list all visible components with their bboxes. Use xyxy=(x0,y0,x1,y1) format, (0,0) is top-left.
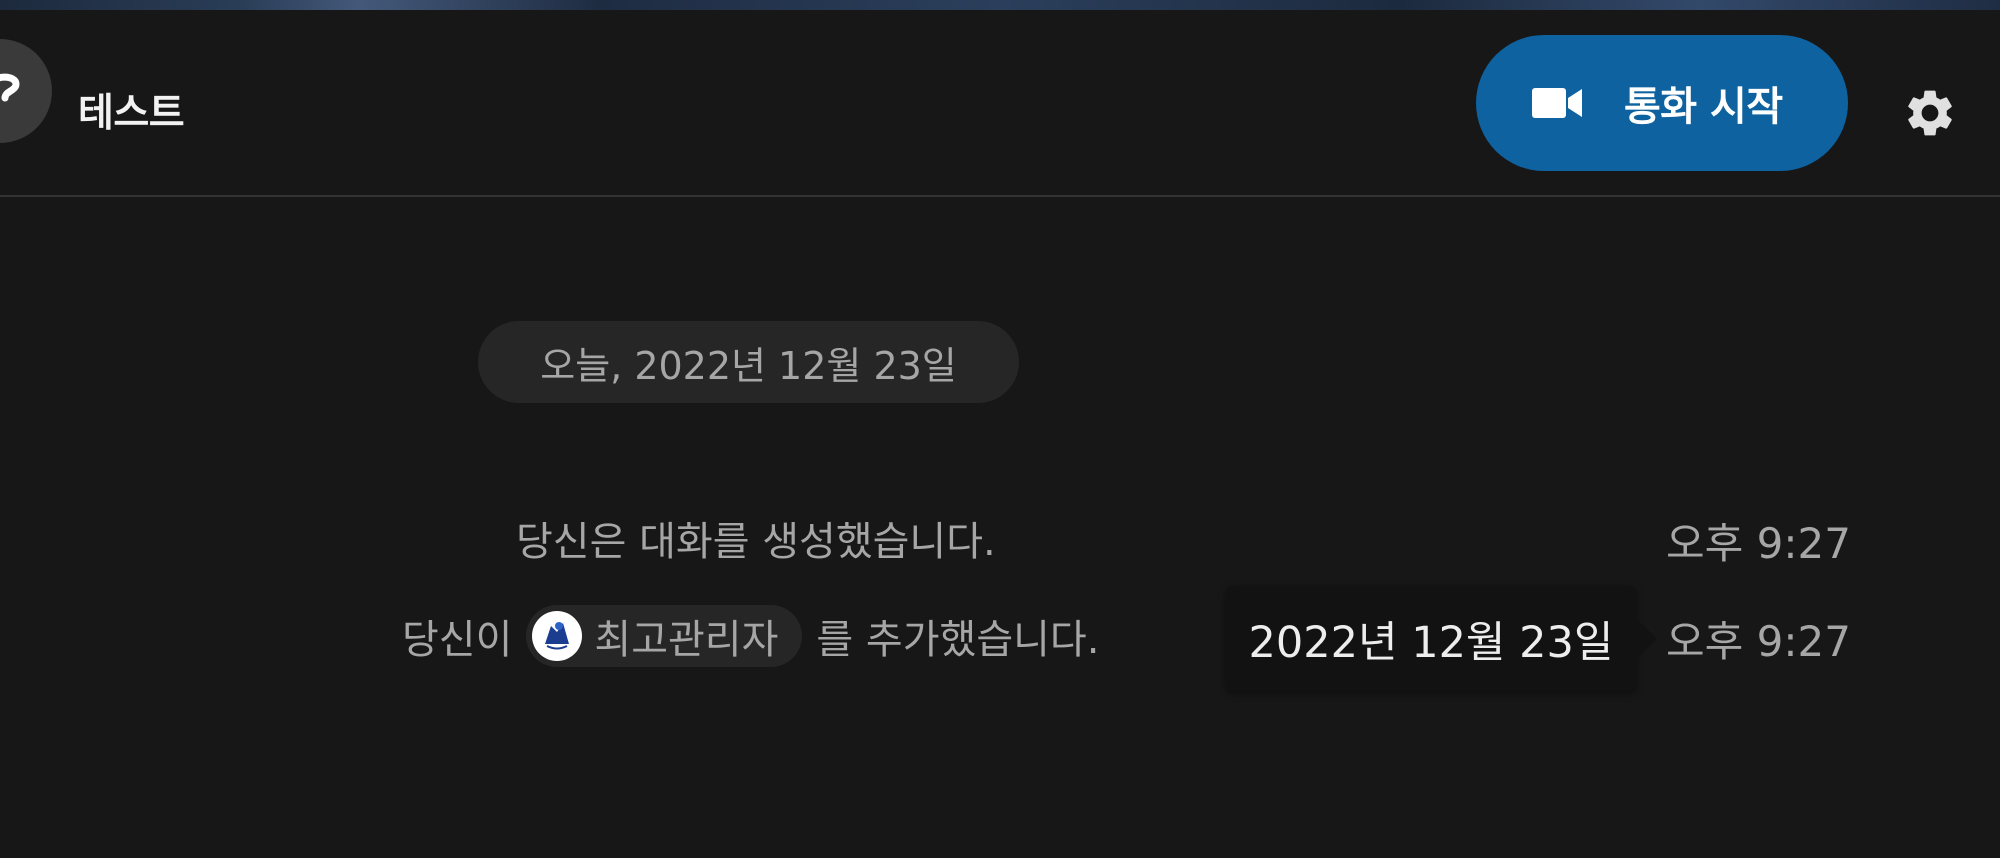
start-call-label: 통화 시작 xyxy=(1624,84,1783,130)
event-timestamp[interactable]: 오후 9:27 xyxy=(1666,510,1851,571)
system-event-member-added: 당신이 최고관리자 를 추가했습니다. xyxy=(402,604,1099,668)
gear-icon[interactable] xyxy=(1902,85,1958,141)
start-call-button[interactable]: 통화 시작 xyxy=(1476,35,1848,171)
question-mark-icon xyxy=(0,73,20,102)
window-top-strip xyxy=(0,0,2000,10)
mention-name: 최고관리자 xyxy=(594,617,779,663)
event-text: 당신은 대화를 생성했습니다. xyxy=(516,519,996,565)
conversation-window: 테스트 통화 시작 오늘, 2022년 12월 23일 당신은 대화를 생성했습… xyxy=(0,0,2000,858)
system-event-created: 당신은 대화를 생성했습니다. xyxy=(516,508,996,568)
user-avatar-icon xyxy=(532,611,583,661)
conversation-avatar[interactable] xyxy=(0,39,52,143)
event-timestamp[interactable]: 오후 9:27 xyxy=(1666,608,1851,669)
event-suffix-text: 를 추가했습니다. xyxy=(816,617,1100,663)
date-separator: 오늘, 2022년 12월 23일 xyxy=(478,321,1019,403)
timestamp-tooltip: 2022년 12월 23일 xyxy=(1226,586,1636,691)
video-camera-icon xyxy=(1532,88,1582,118)
conversation-title: 테스트 xyxy=(78,91,185,136)
user-mention-chip[interactable]: 최고관리자 xyxy=(526,605,803,667)
event-prefix-text: 당신이 xyxy=(402,617,513,663)
conversation-header: 테스트 통화 시작 xyxy=(0,10,2000,197)
tooltip-arrow xyxy=(1636,618,1657,660)
